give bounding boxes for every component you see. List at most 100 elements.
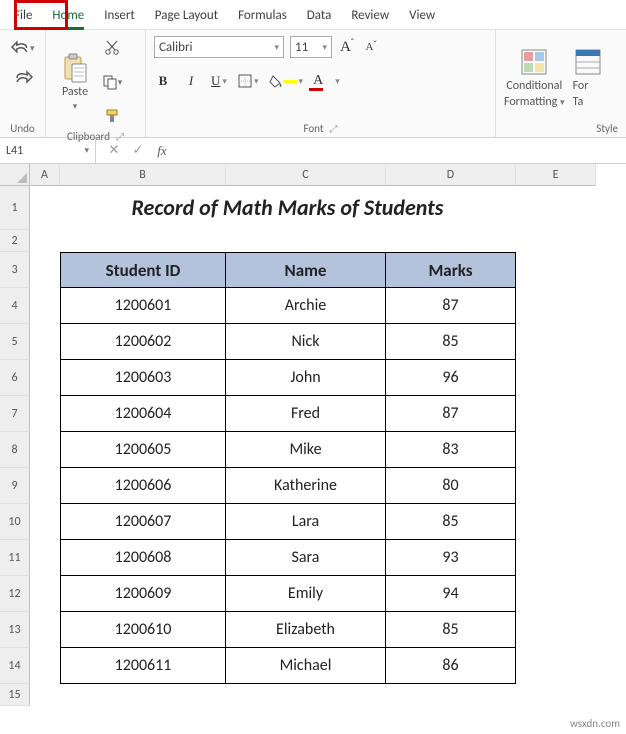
sheet-cells[interactable]: Record of Math Marks of Students Student…: [30, 186, 626, 706]
tab-formulas[interactable]: Formulas: [228, 4, 297, 29]
col-header[interactable]: A: [30, 164, 60, 186]
cell-name[interactable]: Elizabeth: [226, 612, 386, 648]
cell-name[interactable]: Emily: [226, 576, 386, 612]
row-header[interactable]: 4: [0, 288, 30, 324]
row-header[interactable]: 10: [0, 504, 30, 540]
cell-student-id[interactable]: 1200607: [60, 504, 226, 540]
cell-name[interactable]: Sara: [226, 540, 386, 576]
format-painter-button[interactable]: [100, 104, 124, 128]
copy-button[interactable]: ▾: [100, 70, 124, 94]
cell-marks[interactable]: 85: [386, 612, 516, 648]
underline-button[interactable]: U▾: [210, 70, 228, 92]
tab-review[interactable]: Review: [341, 4, 399, 29]
cell-marks[interactable]: 94: [386, 576, 516, 612]
cut-button[interactable]: [100, 36, 124, 60]
scissors-icon: [104, 40, 120, 56]
chevron-down-icon: ▾: [274, 42, 279, 53]
tab-view[interactable]: View: [399, 4, 445, 29]
font-size-combo[interactable]: 11 ▾: [290, 36, 332, 58]
font-color-button[interactable]: A ▾: [313, 70, 340, 92]
cell-student-id[interactable]: 1200605: [60, 432, 226, 468]
cell-student-id[interactable]: 1200603: [60, 360, 226, 396]
formula-bar: L41 ▾ ✕ ✓ fx: [0, 138, 626, 164]
col-header[interactable]: E: [516, 164, 596, 186]
cell-marks[interactable]: 80: [386, 468, 516, 504]
cell-student-id[interactable]: 1200609: [60, 576, 226, 612]
cell-name[interactable]: Mike: [226, 432, 386, 468]
row-header[interactable]: 5: [0, 324, 30, 360]
undo-button[interactable]: ▾: [11, 36, 35, 60]
col-header[interactable]: B: [60, 164, 226, 186]
tab-file[interactable]: File: [4, 4, 42, 29]
row-header[interactable]: 9: [0, 468, 30, 504]
tab-insert[interactable]: Insert: [94, 4, 145, 29]
cell-marks[interactable]: 85: [386, 324, 516, 360]
cell-student-id[interactable]: 1200611: [60, 648, 226, 684]
decrease-font-button[interactable]: Aˇ: [362, 36, 380, 58]
cell-student-id[interactable]: 1200604: [60, 396, 226, 432]
row-header[interactable]: 7: [0, 396, 30, 432]
cell-marks[interactable]: 96: [386, 360, 516, 396]
col-header[interactable]: D: [386, 164, 516, 186]
row-header[interactable]: 2: [0, 230, 30, 252]
name-box[interactable]: L41 ▾: [0, 138, 96, 163]
increase-font-button[interactable]: Aˆ: [338, 36, 356, 58]
table-title: Record of Math Marks of Students: [132, 194, 444, 221]
ribbon-tabs: File Home Insert Page Layout Formulas Da…: [0, 0, 626, 30]
chevron-down-icon: ▾: [322, 42, 327, 53]
row-header[interactable]: 15: [0, 684, 30, 706]
table-row: 1200608Sara93: [30, 540, 626, 576]
cell-marks[interactable]: 86: [386, 648, 516, 684]
cell-marks[interactable]: 87: [386, 288, 516, 324]
format-as-table-button[interactable]: For Ta: [573, 47, 601, 109]
clipboard-launcher[interactable]: ⤢: [116, 130, 124, 143]
bold-button[interactable]: B: [154, 70, 172, 92]
cell-marks[interactable]: 87: [386, 396, 516, 432]
font-name-combo[interactable]: Calibri ▾: [154, 36, 284, 58]
formula-cancel-button[interactable]: ✕: [102, 143, 126, 158]
row-header[interactable]: 3: [0, 252, 30, 288]
insert-function-button[interactable]: fx: [150, 143, 174, 159]
tab-data[interactable]: Data: [297, 4, 342, 29]
worksheet[interactable]: 1 2 3 4 5 6 7 8 9 10 11 12 13 14 15 A B …: [0, 164, 626, 706]
conditional-formatting-button[interactable]: Conditional Formatting ▾: [504, 47, 565, 109]
font-launcher[interactable]: ⤢: [330, 122, 338, 135]
cell-student-id[interactable]: 1200602: [60, 324, 226, 360]
cell-name[interactable]: Fred: [226, 396, 386, 432]
col-header[interactable]: C: [226, 164, 386, 186]
cell-student-id[interactable]: 1200606: [60, 468, 226, 504]
cell-marks[interactable]: 83: [386, 432, 516, 468]
cell-name[interactable]: Michael: [226, 648, 386, 684]
cell-marks[interactable]: 85: [386, 504, 516, 540]
borders-button[interactable]: ▾: [238, 70, 259, 92]
tab-home[interactable]: Home: [42, 4, 94, 29]
row-header[interactable]: 1: [0, 186, 30, 230]
cell-name[interactable]: Lara: [226, 504, 386, 540]
chevron-down-icon: ▾: [73, 101, 78, 112]
cell-student-id[interactable]: 1200601: [60, 288, 226, 324]
paste-button[interactable]: Paste ▾: [54, 53, 96, 112]
row-header[interactable]: 6: [0, 360, 30, 396]
format-painter-icon: [104, 108, 120, 124]
group-styles-label: Style: [504, 120, 618, 135]
row-header[interactable]: 13: [0, 612, 30, 648]
row-header[interactable]: 11: [0, 540, 30, 576]
redo-button[interactable]: [11, 66, 35, 90]
italic-button[interactable]: I: [182, 70, 200, 92]
cell-name[interactable]: Nick: [226, 324, 386, 360]
table-row: 1200607Lara85: [30, 504, 626, 540]
cell-student-id[interactable]: 1200610: [60, 612, 226, 648]
row-header[interactable]: 14: [0, 648, 30, 684]
cell-name[interactable]: Katherine: [226, 468, 386, 504]
table-header-row: Student ID Name Marks: [30, 252, 626, 288]
select-all-corner[interactable]: [0, 164, 30, 186]
formula-enter-button[interactable]: ✓: [126, 143, 150, 158]
cell-marks[interactable]: 93: [386, 540, 516, 576]
cell-name[interactable]: Archie: [226, 288, 386, 324]
cell-name[interactable]: John: [226, 360, 386, 396]
row-header[interactable]: 12: [0, 576, 30, 612]
cell-student-id[interactable]: 1200608: [60, 540, 226, 576]
row-header[interactable]: 8: [0, 432, 30, 468]
fill-color-button[interactable]: ▾: [269, 70, 304, 92]
tab-page-layout[interactable]: Page Layout: [145, 4, 228, 29]
